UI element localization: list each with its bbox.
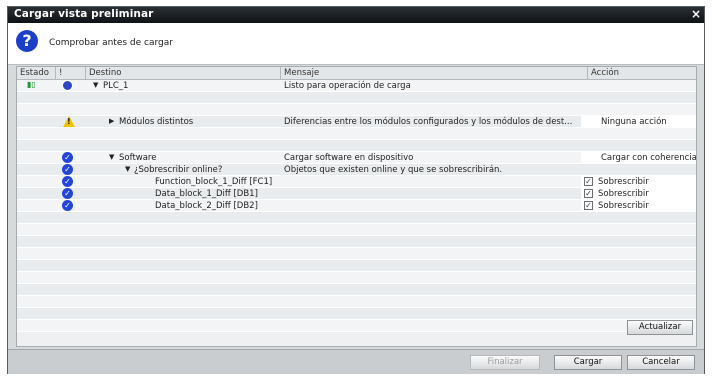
column-estado[interactable]: Estado bbox=[20, 68, 49, 78]
dialog-footer: Finalizar Cargar Cancelar bbox=[8, 349, 704, 374]
table-row bbox=[17, 224, 696, 236]
finalizar-button[interactable]: Finalizar bbox=[470, 355, 540, 370]
row-mensaje: Listo para operación de carga bbox=[284, 81, 411, 91]
table-row bbox=[17, 284, 696, 296]
table-row bbox=[17, 92, 696, 104]
overwrite-checkbox[interactable]: ✓ bbox=[584, 201, 593, 210]
table-row bbox=[17, 308, 696, 320]
check-icon: ✓ bbox=[62, 176, 73, 187]
table-body: ▮▯ ▼ PLC_1 Listo para operación de carga… bbox=[17, 80, 696, 332]
window-title: Cargar vista preliminar bbox=[14, 8, 154, 20]
table-row bbox=[17, 272, 696, 284]
row-mensaje: Diferencias entre los módulos configurad… bbox=[284, 117, 573, 127]
load-preview-dialog: Cargar vista preliminar × ? Comprobar an… bbox=[7, 6, 705, 374]
table-row[interactable]: ✓ ▼ ¿Sobrescribir online? Objetos que ex… bbox=[17, 164, 696, 176]
row-destino: PLC_1 bbox=[103, 81, 129, 91]
action-value: Sobrescribir bbox=[598, 201, 649, 211]
expand-arrow-icon[interactable]: ▼ bbox=[93, 81, 98, 89]
row-destino: Software bbox=[119, 153, 157, 163]
table-row bbox=[17, 260, 696, 272]
column-separator bbox=[280, 67, 281, 79]
header-message: Comprobar antes de cargar bbox=[49, 38, 173, 48]
actualizar-button[interactable]: Actualizar bbox=[627, 320, 693, 335]
column-destino[interactable]: Destino bbox=[89, 68, 122, 78]
table-row[interactable]: ✓ Data_block_2_Diff [DB2] ✓ Sobrescribir bbox=[17, 200, 696, 212]
action-value: Sobrescribir bbox=[598, 177, 649, 187]
table-row[interactable]: ! ▶ Módulos distintos Diferencias entre … bbox=[17, 116, 696, 128]
cancelar-button[interactable]: Cancelar bbox=[627, 355, 695, 370]
column-separator bbox=[587, 67, 588, 79]
row-destino: Módulos distintos bbox=[119, 117, 194, 127]
row-mensaje: Cargar software en dispositivo bbox=[284, 153, 414, 163]
title-bar[interactable]: Cargar vista preliminar × bbox=[8, 7, 704, 23]
column-separator bbox=[55, 67, 56, 79]
action-value: Ninguna acción bbox=[601, 117, 667, 127]
check-icon: ✓ bbox=[62, 164, 73, 175]
table-row bbox=[17, 212, 696, 224]
table-header: Estado ! Destino Mensaje Acción bbox=[17, 67, 696, 80]
action-dropdown[interactable]: Ninguna acción bbox=[581, 116, 696, 127]
collapse-arrow-icon[interactable]: ▶ bbox=[109, 117, 114, 125]
action-dropdown[interactable]: Cargar con coherencia bbox=[581, 152, 696, 163]
row-destino: Data_block_1_Diff [DB1] bbox=[155, 189, 258, 199]
overwrite-checkbox[interactable]: ✓ bbox=[584, 177, 593, 186]
table-row bbox=[17, 128, 696, 140]
column-accion[interactable]: Acción bbox=[591, 68, 619, 78]
table-row bbox=[17, 296, 696, 308]
table-row bbox=[17, 248, 696, 260]
column-exclamation[interactable]: ! bbox=[59, 68, 62, 78]
row-destino: Data_block_2_Diff [DB2] bbox=[155, 201, 258, 211]
check-icon: ✓ bbox=[62, 152, 73, 163]
action-value: Cargar con coherencia bbox=[601, 153, 697, 163]
cargar-button[interactable]: Cargar bbox=[554, 355, 622, 370]
check-icon: ✓ bbox=[62, 188, 73, 199]
table-row bbox=[17, 320, 696, 332]
row-mensaje: Objetos que existen online y que se sobr… bbox=[284, 165, 503, 175]
question-icon: ? bbox=[16, 30, 38, 52]
table-row bbox=[17, 236, 696, 248]
row-destino: ¿Sobrescribir online? bbox=[134, 165, 223, 175]
check-icon: ✓ bbox=[62, 200, 73, 211]
column-mensaje[interactable]: Mensaje bbox=[284, 68, 319, 78]
online-state-icon: ▮▯ bbox=[27, 80, 36, 89]
close-icon[interactable]: × bbox=[691, 7, 701, 21]
action-value: Sobrescribir bbox=[598, 189, 649, 199]
table-row bbox=[17, 104, 696, 116]
table-row[interactable]: ✓ Data_block_1_Diff [DB1] ✓ Sobrescribir bbox=[17, 188, 696, 200]
column-separator bbox=[85, 67, 86, 79]
expand-arrow-icon[interactable]: ▼ bbox=[125, 165, 130, 173]
device-ok-icon bbox=[62, 80, 73, 91]
table-row[interactable]: ▮▯ ▼ PLC_1 Listo para operación de carga bbox=[17, 80, 696, 92]
load-preview-table: Estado ! Destino Mensaje Acción ▮▯ ▼ PLC… bbox=[16, 66, 697, 347]
dialog-header: ? Comprobar antes de cargar bbox=[8, 23, 704, 65]
table-row[interactable]: ✓ ▼ Software Cargar software en disposit… bbox=[17, 152, 696, 164]
expand-arrow-icon[interactable]: ▼ bbox=[109, 153, 114, 161]
row-destino: Function_block_1_Diff [FC1] bbox=[155, 177, 273, 187]
table-row[interactable]: ✓ Function_block_1_Diff [FC1] ✓ Sobrescr… bbox=[17, 176, 696, 188]
table-row bbox=[17, 140, 696, 152]
overwrite-checkbox[interactable]: ✓ bbox=[584, 189, 593, 198]
